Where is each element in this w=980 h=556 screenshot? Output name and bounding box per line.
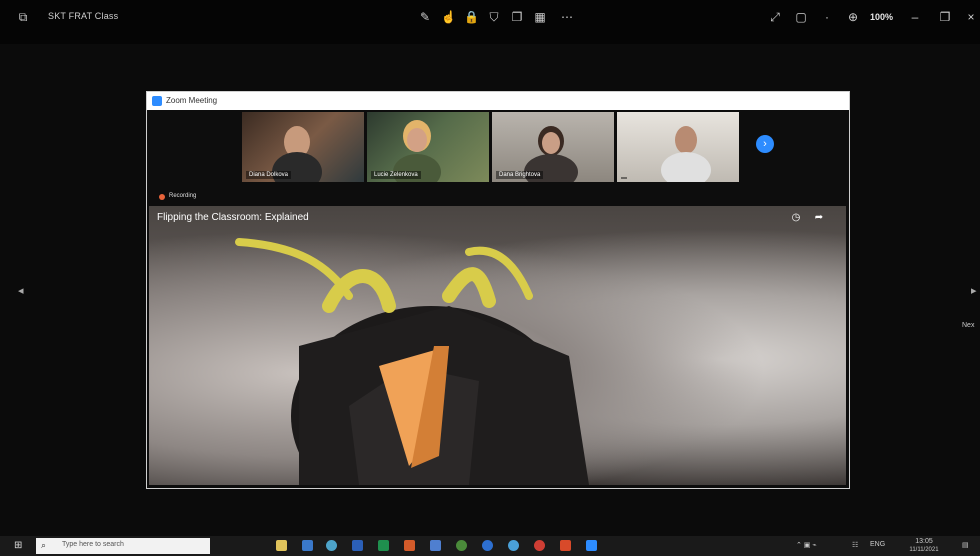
recording-icon [159,194,165,200]
skype-icon[interactable] [508,540,519,551]
search-icon: ⌕ [41,540,47,550]
teams-icon[interactable] [430,540,441,551]
firefox-icon[interactable] [560,540,571,551]
left-arrow-icon[interactable]: ◂ [18,284,24,297]
taskbar: ⊞ ⌕ Type here to search ⌃ ▣ ⌁ ☷ ENG 13:0… [0,536,980,556]
more-icon[interactable]: ⋯ [560,10,574,24]
file-explorer-icon[interactable] [276,540,287,551]
share-icon[interactable]: ➦ [813,212,825,224]
participant-name: Dana Brightova [496,171,544,179]
zoom-body: Diana Dolkova Lucie Zelenkova Dana Brigh… [147,110,849,488]
notifications-icon[interactable]: ▤ [962,541,969,549]
clock-icon[interactable]: ◷ [790,212,802,224]
chrome-icon[interactable] [534,540,545,551]
lock-icon[interactable]: 🔒 [464,10,479,24]
app-icon[interactable] [456,540,467,551]
window-title: SKT FRAT Class [48,11,119,21]
zoom-logo-icon [152,96,162,106]
zoom-taskbar-icon[interactable] [482,540,493,551]
next-label[interactable]: Nex [962,322,974,329]
network-icon[interactable]: ☷ [852,541,858,549]
recording-label: Recording [169,193,197,199]
shield-icon[interactable]: ⛉ [487,10,501,24]
expand-icon[interactable]: ⤢ [768,10,782,24]
language-indicator[interactable]: ENG [870,541,885,548]
outlook-icon[interactable] [352,540,363,551]
copy-icon[interactable]: ❐ [510,10,524,24]
participant-tile[interactable] [617,112,739,182]
penguin-illustration [235,238,589,485]
zoom-titlebar: Zoom Meeting [147,92,849,110]
shared-video[interactable]: Flipping the Classroom: Explained ◷ ➦ [149,206,846,485]
participant-tile[interactable]: Diana Dolkova [242,112,364,182]
zoom-app-icon[interactable] [586,540,597,551]
video-title[interactable]: Flipping the Classroom: Explained [157,212,309,223]
taskbar-search[interactable]: ⌕ Type here to search [36,538,210,554]
divider-icon: · [825,10,829,24]
tray-icons[interactable]: ⌃ ▣ ⌁ [796,541,817,549]
participant-name [621,177,627,179]
app-logo-icon[interactable]: ⧉ [16,10,30,24]
clock-date: 11/11/2021 [909,547,939,553]
zoom-window-title: Zoom Meeting [166,96,218,105]
participant-tile[interactable]: Dana Brightova [492,112,614,182]
participant-tile[interactable]: Lucie Zelenkova [367,112,489,182]
right-arrow-icon[interactable]: ▸ [971,284,977,297]
minimize-icon[interactable]: – [908,10,922,24]
grid-icon[interactable]: ▦ [533,10,547,24]
restore-icon[interactable]: ❐ [938,10,952,24]
edge-icon[interactable] [326,540,337,551]
pointer-icon[interactable]: ☝ [441,10,456,24]
search-placeholder: Type here to search [62,541,124,548]
zoom-meeting-window: Zoom Meeting Diana Dolkova Lucie Zelenko… [146,91,850,489]
powerpoint-icon[interactable] [404,540,415,551]
close-icon[interactable]: × [964,10,978,24]
clock[interactable]: 13:05 11/11/2021 [904,538,944,554]
participant-name: Lucie Zelenkova [371,171,421,179]
top-toolbar: ⧉ SKT FRAT Class ✎ ☝ 🔒 ⛉ ❐ ▦ ⋯ ⤢ ▢ · ⊕ 1… [0,0,980,44]
word-icon[interactable] [302,540,313,551]
start-icon[interactable]: ⊞ [14,541,24,551]
participant-name: Diana Dolkova [246,171,292,179]
pen-icon[interactable]: ✎ [418,10,432,24]
zoom-in-icon[interactable]: ⊕ [846,10,860,24]
next-participants-button[interactable]: › [756,135,774,153]
zoom-level[interactable]: 100% [870,12,893,22]
window-icon[interactable]: ▢ [794,10,808,24]
excel-icon[interactable] [378,540,389,551]
clock-time: 13:05 [915,538,933,545]
